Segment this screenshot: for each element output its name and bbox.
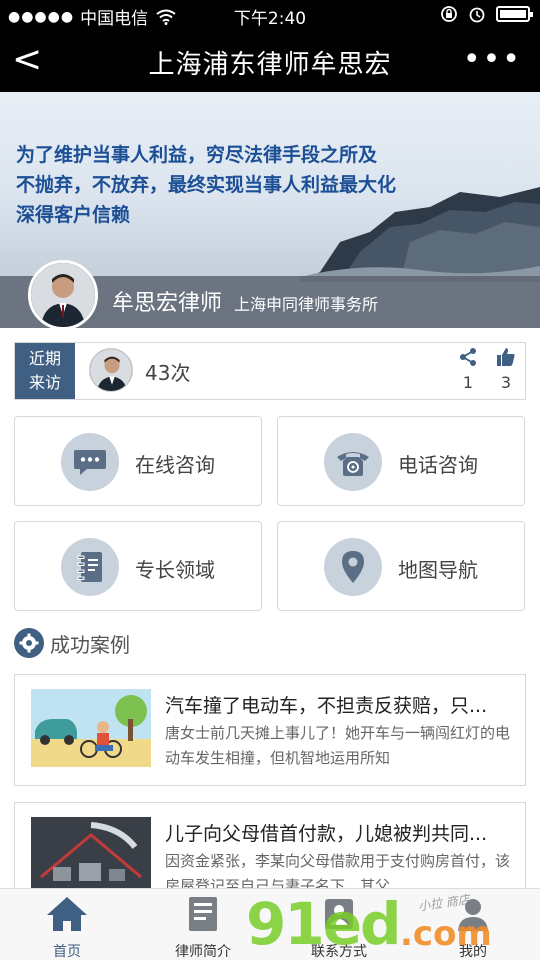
case-title: 汽车撞了电动车，不担责反获赔，只...: [165, 695, 488, 717]
visitor-avatar[interactable]: [89, 348, 133, 392]
expertise-button[interactable]: 专长领域: [14, 521, 262, 611]
visit-count: 43次: [145, 361, 191, 385]
status-bar: ●●●●● 中国电信 下午2:40: [0, 0, 540, 30]
tab-label: 联系方式: [311, 944, 367, 960]
more-button[interactable]: •••: [463, 40, 522, 80]
banner-rock-image: [300, 187, 540, 282]
case-thumbnail: [31, 817, 151, 891]
gear-badge-icon: [14, 628, 44, 658]
chat-icon: [61, 433, 119, 491]
thumbs-up-icon: [497, 348, 515, 366]
contact-icon: [325, 899, 353, 929]
case-card[interactable]: 儿子向父母借首付款，儿媳被判共同... 因资金紧张，李某向父母借款用于支付购房首…: [14, 802, 526, 892]
tab-label: 律师简介: [175, 944, 231, 960]
rotation-lock-icon: [441, 6, 457, 22]
phone-icon: [324, 433, 382, 491]
tab-home[interactable]: 首页: [12, 895, 122, 960]
lawyer-photo-icon: [31, 263, 95, 327]
profile-card-icon: [189, 897, 217, 931]
tile-label: 电话咨询: [398, 453, 478, 477]
home-icon: [47, 897, 87, 931]
bottom-tab-bar: 首页 律师简介 联系方式 我的: [0, 888, 540, 960]
tile-label: 专长领域: [135, 558, 215, 582]
lawyer-avatar[interactable]: [28, 260, 98, 328]
profile-banner: 为了维护当事人利益，穷尽法律手段之所及 不抛弃，不放弃，最终实现当事人利益最大化…: [0, 92, 540, 328]
user-icon: [458, 899, 488, 931]
section-title: 成功案例: [50, 632, 130, 657]
share-icon: [460, 348, 476, 366]
visitor-photo-icon: [90, 349, 132, 391]
battery-icon: [496, 6, 533, 22]
case-card[interactable]: 汽车撞了电动车，不担责反获赔，只... 唐女士前几天摊上事儿了！她开车与一辆闯红…: [14, 674, 526, 786]
recent-visits-tag: 近期 来访: [15, 343, 75, 399]
tab-label: 我的: [459, 944, 487, 960]
case-description: 因资金紧张，李某向父母借款用于支付购房首付，该房屋登记至自己与妻子名下，其父: [165, 852, 511, 892]
tag-line: 近期: [28, 349, 61, 368]
alarm-icon: [469, 7, 485, 23]
tab-mine[interactable]: 我的: [418, 895, 528, 960]
share-button[interactable]: 1: [453, 347, 483, 392]
family-house-illustration-icon: [31, 817, 151, 891]
case-thumbnail: [31, 689, 151, 767]
like-button[interactable]: 3: [491, 347, 521, 392]
nav-bar: < 上海浦东律师牟思宏 •••: [0, 30, 540, 92]
tag-line: 来访: [28, 373, 61, 392]
firm-name: 上海申同律师事务所: [234, 295, 379, 314]
tab-contact[interactable]: 联系方式: [284, 895, 394, 960]
lawyer-name: 牟思宏律师: [112, 291, 223, 316]
online-consult-button[interactable]: 在线咨询: [14, 416, 262, 506]
recent-visits-bar: 近期 来访 43次 1 3: [14, 342, 526, 400]
map-navigation-button[interactable]: 地图导航: [277, 521, 525, 611]
accident-illustration-icon: [31, 689, 151, 767]
case-description: 唐女士前几天摊上事儿了！她开车与一辆闯红灯的电动车发生相撞，但机智地运用所知: [165, 724, 511, 767]
share-count: 1: [462, 373, 474, 392]
page-title: 上海浦东律师牟思宏: [148, 50, 392, 80]
case-title: 儿子向父母借首付款，儿媳被判共同...: [165, 823, 488, 845]
slogan-line: 为了维护当事人利益，穷尽法律手段之所及: [16, 144, 378, 166]
like-count: 3: [500, 373, 512, 392]
success-cases-header: 成功案例: [14, 628, 130, 658]
tile-label: 在线咨询: [135, 453, 215, 477]
tab-label: 首页: [53, 944, 81, 960]
notebook-icon: [61, 538, 119, 596]
map-pin-icon: [324, 538, 382, 596]
phone-consult-button[interactable]: 电话咨询: [277, 416, 525, 506]
tile-label: 地图导航: [398, 558, 478, 582]
tab-lawyer-profile[interactable]: 律师简介: [148, 895, 258, 960]
